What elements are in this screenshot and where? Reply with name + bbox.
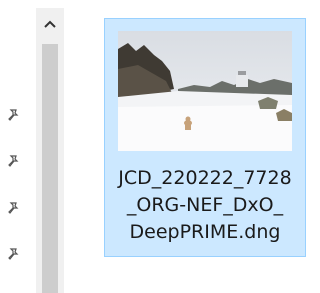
file-name-line-1: JCD_220222_7728 bbox=[118, 167, 292, 189]
pin-icon[interactable] bbox=[6, 153, 22, 169]
file-name-line-3: DeepPRIME.dng bbox=[129, 221, 281, 243]
vertical-scrollbar[interactable] bbox=[36, 8, 64, 293]
chevron-up-icon bbox=[44, 20, 56, 28]
scroll-up-button[interactable] bbox=[36, 8, 64, 40]
file-item-selected[interactable]: JCD_220222_7728 _ORG-NEF_DxO_ DeepPRIME.… bbox=[104, 18, 306, 257]
file-name-line-2: _ORG-NEF_DxO_ bbox=[126, 194, 284, 216]
scroll-thumb[interactable] bbox=[42, 44, 58, 293]
file-name: JCD_220222_7728 _ORG-NEF_DxO_ DeepPRIME.… bbox=[105, 165, 305, 246]
pin-icon[interactable] bbox=[6, 107, 22, 123]
pin-icon[interactable] bbox=[6, 246, 22, 262]
image-thumbnail bbox=[118, 31, 292, 151]
pin-icon[interactable] bbox=[6, 200, 22, 216]
